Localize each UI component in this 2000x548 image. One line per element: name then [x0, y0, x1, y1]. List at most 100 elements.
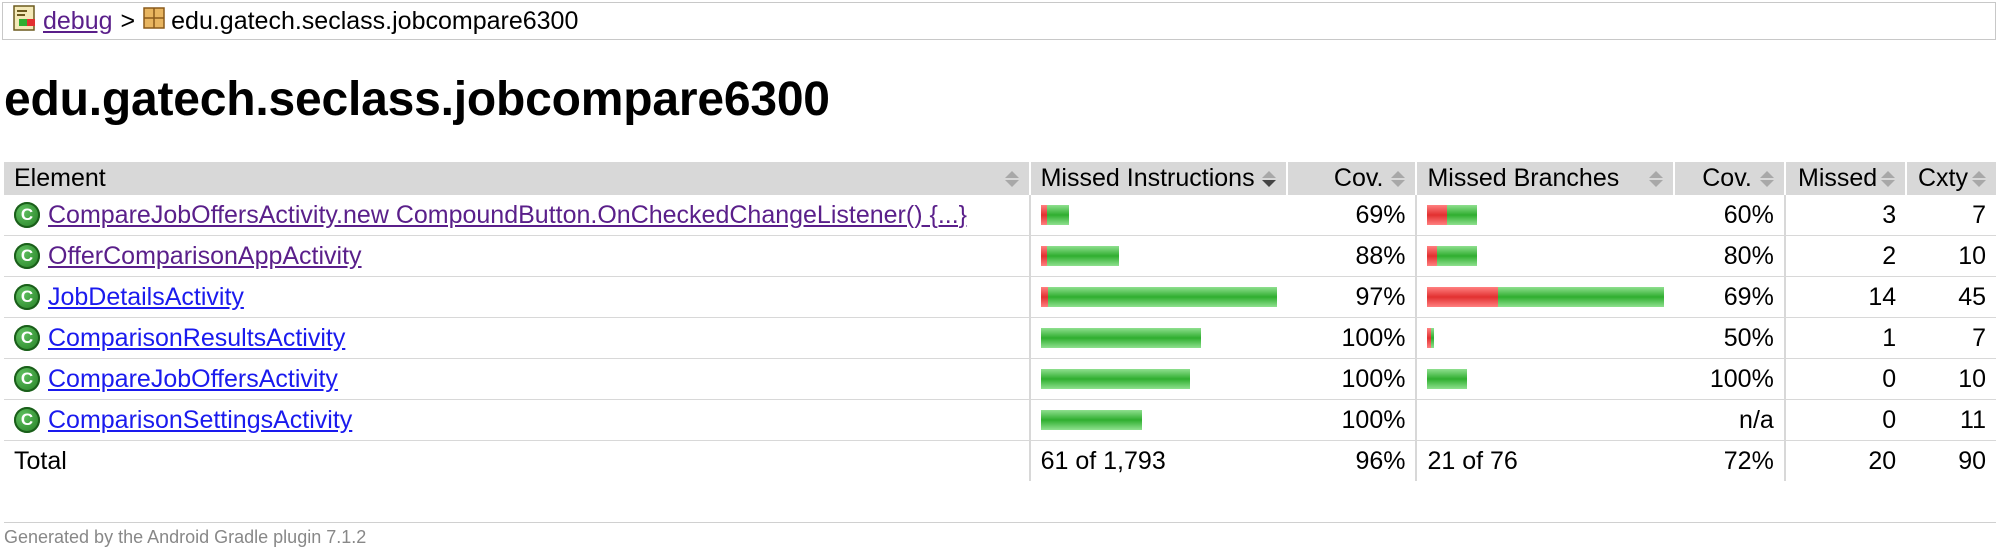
class-link[interactable]: ComparisonResultsActivity: [48, 324, 345, 353]
breadcrumb-current: edu.gatech.seclass.jobcompare6300: [171, 6, 579, 35]
column-header-missed-branches[interactable]: Missed Branches: [1415, 162, 1675, 195]
class-link[interactable]: CompareJobOffersActivity: [48, 365, 338, 394]
missed-branches-cell: [1415, 195, 1675, 236]
missed-instructions-cell: [1028, 235, 1287, 277]
complexity-count: 11: [1906, 399, 1996, 441]
branches-coverage-bar: [1427, 369, 1664, 389]
missed-count: 0: [1783, 358, 1907, 400]
class-link[interactable]: CompareJobOffersActivity.new CompoundBut…: [48, 201, 967, 230]
instruction-coverage: 100%: [1286, 358, 1417, 400]
class-icon: C: [14, 202, 40, 228]
table-row: C CompareJobOffersActivity 100% 100% 0 10: [4, 358, 1996, 400]
missed-count: 0: [1783, 399, 1907, 441]
report-icon: [13, 4, 37, 38]
column-header-missed[interactable]: Missed: [1783, 162, 1907, 195]
missed-instructions-cell: [1028, 358, 1287, 400]
instruction-coverage: 88%: [1286, 235, 1417, 277]
missed-branches-cell: [1415, 399, 1675, 441]
missed-branches-cell: [1415, 358, 1675, 400]
element-cell-content: C JobDetailsActivity: [14, 283, 1019, 312]
column-header-element[interactable]: Element: [4, 162, 1030, 195]
class-icon: C: [14, 243, 40, 269]
element-cell: C ComparisonResultsActivity: [4, 317, 1030, 359]
bar-covered: [1040, 369, 1190, 389]
instruction-coverage: 100%: [1286, 317, 1417, 359]
total-row: Total 61 of 1,793 96% 21 of 76 72% 20 90: [4, 440, 1996, 481]
column-header-missed-instructions[interactable]: Missed Instructions: [1028, 162, 1287, 195]
branch-coverage: 60%: [1674, 195, 1785, 236]
element-cell: C ComparisonSettingsActivity: [4, 399, 1030, 441]
breadcrumb-separator: >: [120, 6, 136, 35]
total-branches: 21 of 76: [1415, 440, 1675, 481]
column-header-instruction-coverage[interactable]: Cov.: [1285, 162, 1417, 195]
element-cell-content: C ComparisonResultsActivity: [14, 324, 1019, 353]
table-row: C JobDetailsActivity 97% 69% 14 45: [4, 276, 1996, 318]
missed-instructions-cell: [1028, 399, 1287, 441]
missed-count: 3: [1783, 195, 1907, 236]
missed-branches-cell: [1415, 235, 1675, 277]
total-branch-coverage: 72%: [1723, 446, 1774, 475]
instructions-coverage-bar: [1040, 246, 1277, 266]
branches-coverage-bar: [1427, 410, 1664, 430]
complexity-count: 7: [1906, 317, 1996, 359]
class-icon: C: [14, 284, 40, 310]
bar-covered: [1447, 205, 1478, 225]
bar-covered: [1040, 328, 1201, 348]
bar-missed: [1427, 205, 1448, 225]
table-row: C OfferComparisonAppActivity 88% 80% 2 10: [4, 235, 1996, 277]
branches-coverage-bar: [1427, 287, 1665, 307]
class-link[interactable]: ComparisonSettingsActivity: [48, 406, 352, 435]
instruction-coverage: 100%: [1286, 399, 1417, 441]
instructions-coverage-bar: [1040, 328, 1277, 348]
missed-instructions-cell: [1028, 276, 1287, 318]
class-icon: C: [14, 366, 40, 392]
table-row: C ComparisonSettingsActivity 100% n/a 0 11: [4, 399, 1996, 441]
instructions-coverage-bar: [1040, 205, 1277, 225]
instructions-coverage-bar: [1040, 410, 1277, 430]
column-header-branch-coverage[interactable]: Cov.: [1673, 162, 1785, 195]
package-icon: [143, 6, 165, 36]
sort-icon: [1881, 170, 1896, 187]
bar-covered: [1431, 328, 1435, 348]
instruction-coverage: 97%: [1286, 276, 1417, 318]
sort-icon: [1004, 170, 1019, 187]
instructions-coverage-bar: [1040, 369, 1277, 389]
breadcrumb-debug-link[interactable]: debug: [43, 7, 113, 36]
total-cxty: 90: [1958, 446, 1986, 475]
branches-coverage-bar: [1427, 246, 1664, 266]
complexity-count: 10: [1906, 235, 1996, 277]
bar-missed: [1040, 287, 1048, 307]
bar-covered: [1437, 246, 1478, 266]
branch-coverage: n/a: [1674, 399, 1785, 441]
missed-branches-cell: [1415, 317, 1675, 359]
class-link[interactable]: JobDetailsActivity: [48, 283, 244, 312]
element-cell-content: C CompareJobOffersActivity.new CompoundBu…: [14, 201, 1019, 230]
bar-covered: [1427, 369, 1468, 389]
complexity-count: 45: [1906, 276, 1996, 318]
table-row: C ComparisonResultsActivity 100% 50% 1 7: [4, 317, 1996, 359]
class-link[interactable]: OfferComparisonAppActivity: [48, 242, 362, 271]
missed-count: 1: [1783, 317, 1907, 359]
branch-coverage: 100%: [1674, 358, 1785, 400]
sort-icon: [1759, 170, 1774, 187]
sort-icon: [1972, 170, 1986, 187]
class-icon: C: [14, 407, 40, 433]
coverage-table: Element Missed Instructions Cov. Missed …: [4, 162, 1996, 481]
bar-covered: [1047, 287, 1277, 307]
missed-instructions-cell: [1028, 317, 1287, 359]
element-cell: C OfferComparisonAppActivity: [4, 235, 1030, 277]
missed-instructions-cell: [1028, 195, 1287, 236]
instruction-coverage: 69%: [1286, 195, 1417, 236]
element-cell: C CompareJobOffersActivity: [4, 358, 1030, 400]
element-cell-content: C CompareJobOffersActivity: [14, 365, 1019, 394]
branch-coverage: 80%: [1674, 235, 1785, 277]
bar-covered: [1046, 246, 1119, 266]
total-missed: 20: [1783, 440, 1907, 481]
footer-text: Generated by the Android Gradle plugin 7…: [4, 522, 1996, 548]
column-header-cxty[interactable]: Cxty: [1905, 162, 1996, 195]
missed-count: 14: [1783, 276, 1907, 318]
sort-icon: [1649, 170, 1664, 187]
element-cell: C JobDetailsActivity: [4, 276, 1030, 318]
sort-descending-icon: [1261, 170, 1276, 187]
bar-covered: [1040, 410, 1142, 430]
